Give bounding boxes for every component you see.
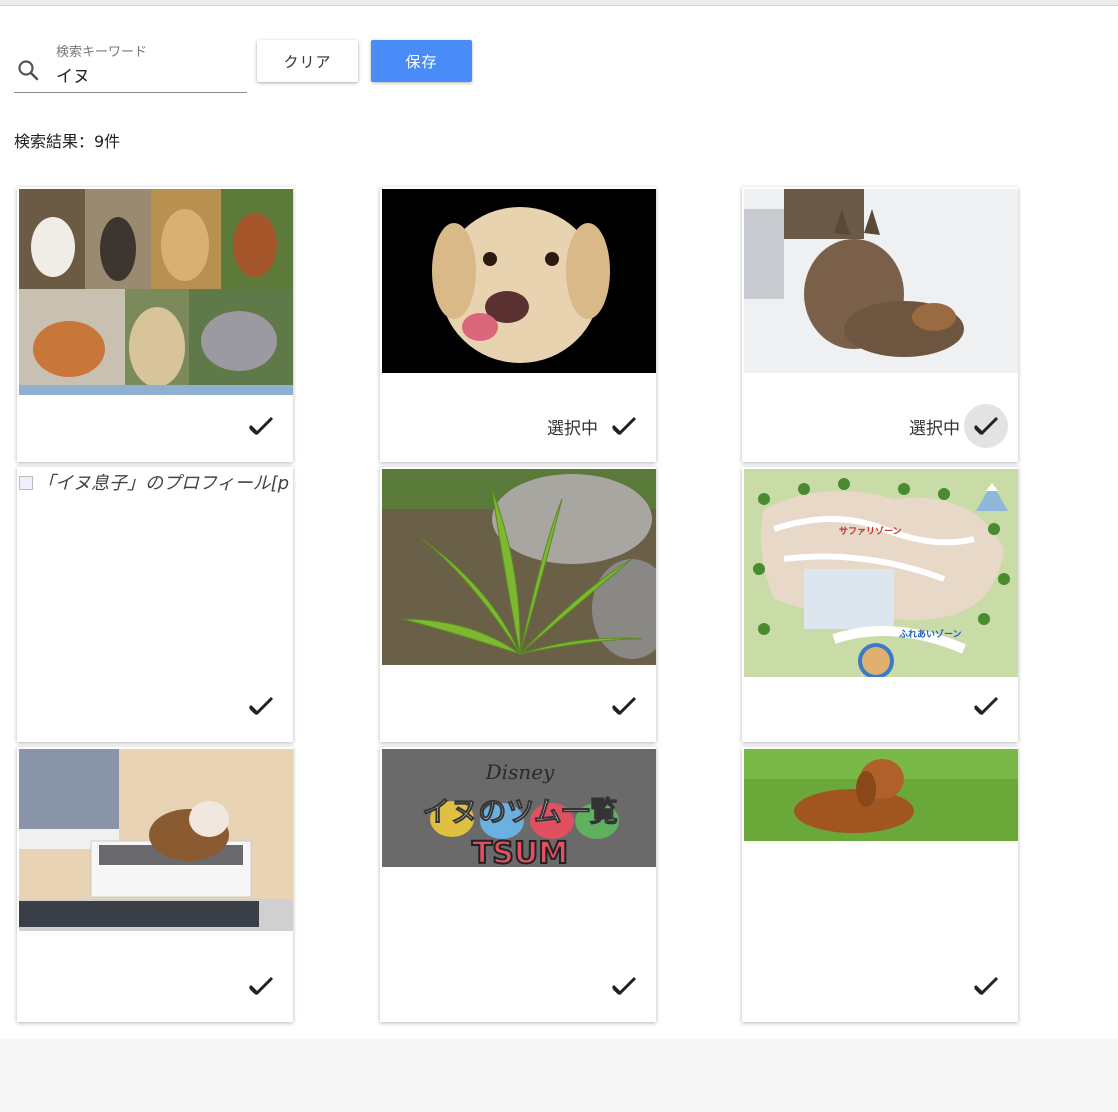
search-label: 検索キーワード: [56, 45, 148, 60]
banner-title: イヌのツム一覧: [422, 795, 617, 828]
check-icon: [248, 416, 274, 436]
result-card[interactable]: 「イヌ息子」のプロフィール[p: [17, 467, 293, 742]
selected-label: 選択中: [909, 418, 960, 439]
check-icon: [611, 416, 637, 436]
banner-logo: Disney: [485, 760, 555, 784]
map-label-safari: サファリゾーン: [839, 525, 902, 537]
labrador-image[interactable]: [382, 189, 656, 373]
image-alt-text: 「イヌ息子」のプロフィール[p: [37, 473, 290, 494]
card-actions: [235, 684, 283, 728]
select-toggle-button[interactable]: [239, 964, 283, 1008]
check-icon: [248, 976, 274, 996]
card-actions: [598, 684, 646, 728]
check-icon: [248, 696, 274, 716]
check-icon: [973, 696, 999, 716]
safari-map-image[interactable]: サファリゾーン ふれあいゾーン: [744, 469, 1018, 677]
card-actions: [235, 404, 283, 448]
select-toggle-button[interactable]: [964, 684, 1008, 728]
select-toggle-button[interactable]: [602, 684, 646, 728]
card-actions: [235, 964, 283, 1008]
broken-image-icon: [19, 476, 33, 490]
result-card[interactable]: [380, 467, 656, 742]
search-icon: [16, 58, 40, 82]
card-actions: 選択中: [909, 404, 1008, 448]
card-actions: [960, 964, 1008, 1008]
result-card[interactable]: [17, 747, 293, 1022]
result-card[interactable]: サファリゾーン ふれあいゾーン: [742, 467, 1018, 742]
search-input[interactable]: イヌ: [56, 62, 90, 87]
check-icon: [973, 976, 999, 996]
footer-area: [0, 1039, 1118, 1112]
select-toggle-button[interactable]: [239, 684, 283, 728]
result-card[interactable]: 選択中: [380, 187, 656, 462]
check-icon: [611, 696, 637, 716]
select-toggle-button[interactable]: [964, 404, 1008, 448]
map-label-fureai: ふれあいゾーン: [899, 628, 962, 640]
tsum-banner-image[interactable]: Disney TSUM イヌのツム一覧: [382, 749, 656, 867]
search-field[interactable]: 検索キーワード イヌ: [14, 38, 247, 93]
broken-image[interactable]: 「イヌ息子」のプロフィール[p: [19, 469, 289, 495]
check-icon: [611, 976, 637, 996]
card-actions: [598, 964, 646, 1008]
banner-tsum: TSUM: [472, 836, 568, 867]
select-toggle-button[interactable]: [602, 964, 646, 1008]
clear-button[interactable]: クリア: [257, 40, 358, 82]
result-count: 検索結果：9件: [14, 132, 121, 151]
result-card[interactable]: [17, 187, 293, 462]
result-card[interactable]: Disney TSUM イヌのツム一覧: [380, 747, 656, 1022]
result-card[interactable]: [742, 747, 1018, 1022]
dog-bed-image[interactable]: [19, 749, 293, 931]
selected-label: 選択中: [547, 418, 598, 439]
dachshund-image[interactable]: [744, 749, 1018, 841]
wolf-image[interactable]: [744, 189, 1018, 373]
select-toggle-button[interactable]: [602, 404, 646, 448]
plant-image[interactable]: [382, 469, 656, 665]
card-actions: 選択中: [547, 404, 646, 448]
select-toggle-button[interactable]: [964, 964, 1008, 1008]
top-border: [0, 0, 1118, 6]
result-card[interactable]: 選択中: [742, 187, 1018, 462]
dog-collage-image[interactable]: [19, 189, 293, 395]
select-toggle-button[interactable]: [239, 404, 283, 448]
check-icon: [973, 416, 999, 436]
card-actions: [960, 684, 1008, 728]
save-button[interactable]: 保存: [371, 40, 472, 82]
